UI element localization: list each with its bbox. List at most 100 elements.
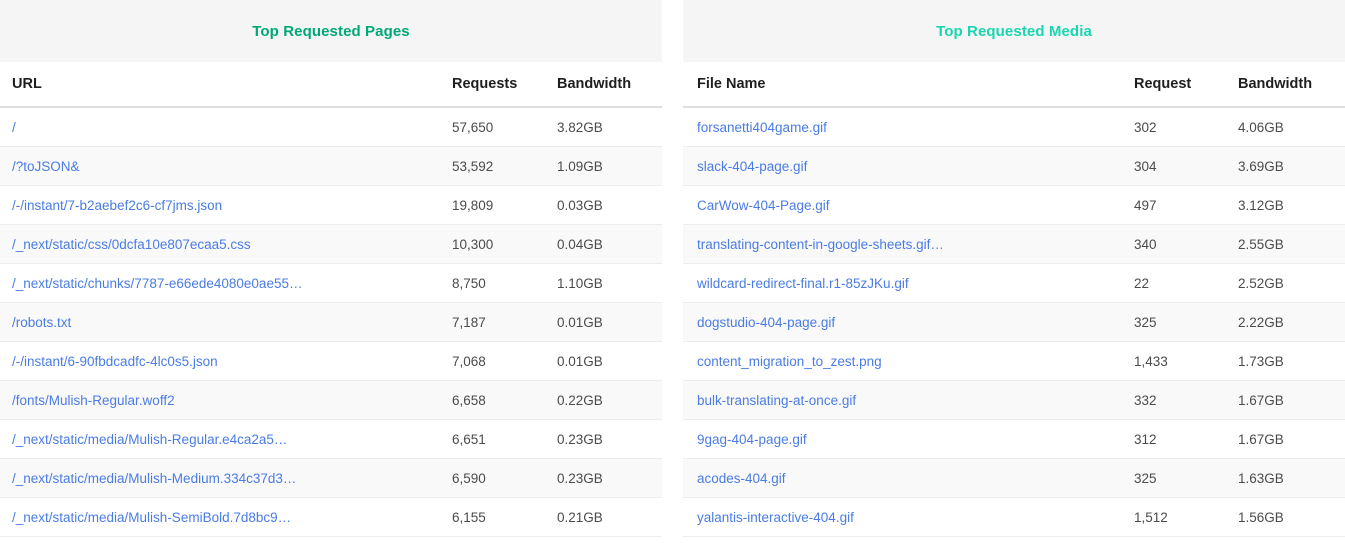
bandwidth-cell: 3.82GB [557, 107, 662, 147]
url-link[interactable]: /-/instant/7-b2aebef2c6-cf7jms.json [12, 198, 452, 213]
column-header-request[interactable]: Request [1134, 62, 1238, 108]
requests-cell: 6,590 [452, 458, 557, 498]
url-cell: /fonts/Mulish-Regular.woff2 [0, 380, 452, 420]
requests-cell: 325 [1134, 458, 1238, 498]
file-name-cell: 9gag-404-page.gif [683, 419, 1134, 459]
file-name-link[interactable]: forsanetti404game.gif [697, 120, 1134, 135]
url-link[interactable]: /?toJSON& [12, 159, 452, 174]
url-link[interactable]: /_next/static/media/Mulish-Medium.334c37… [12, 471, 452, 486]
file-name-cell: slack-404-page.gif [683, 146, 1134, 186]
file-name-cell: CarWow-404-Page.gif [683, 185, 1134, 225]
url-link[interactable]: /fonts/Mulish-Regular.woff2 [12, 393, 452, 408]
file-name-link[interactable]: 9gag-404-page.gif [697, 432, 1134, 447]
file-name-cell: bulk-translating-at-once.gif [683, 380, 1134, 420]
panel-title-media: Top Requested Media [936, 22, 1092, 40]
url-cell: /_next/static/media/Mulish-Medium.334c37… [0, 458, 452, 498]
pages-table: URL Requests Bandwidth /57,650 3.82GB/?to… [0, 62, 662, 537]
requests-cell: 7,068 [452, 341, 557, 381]
bandwidth-cell: 0.04GB [557, 224, 662, 264]
file-name-cell: content_migration_to_zest.png [683, 341, 1134, 381]
bandwidth-cell: 0.03GB [557, 185, 662, 225]
url-link[interactable]: /_next/static/media/Mulish-Regular.e4ca2… [12, 432, 452, 447]
file-name-cell: wildcard-redirect-final.r1-85zJKu.gif [683, 263, 1134, 303]
table-row: acodes-404.gif 325 1.63GB [683, 458, 1345, 498]
analytics-dashboard: Top Requested Pages URL Requests Bandwid… [0, 0, 1345, 544]
column-header-bandwidth[interactable]: Bandwidth [1238, 62, 1345, 108]
table-row: 9gag-404-page.gif 312 1.67GB [683, 419, 1345, 459]
table-row: yalantis-interactive-404.gif 1,512 1.56GB [683, 497, 1345, 537]
requests-cell: 340 [1134, 224, 1238, 264]
bandwidth-cell: 1.56GB [1238, 497, 1345, 537]
url-cell: /_next/static/media/Mulish-SemiBold.7d8b… [0, 497, 452, 537]
file-name-cell: dogstudio-404-page.gif [683, 302, 1134, 342]
table-row: CarWow-404-Page.gif 497 3.12GB [683, 185, 1345, 225]
file-name-link[interactable]: slack-404-page.gif [697, 159, 1134, 174]
url-link[interactable]: /_next/static/css/0dcfa10e807ecaa5.css [12, 237, 452, 252]
file-name-link[interactable]: yalantis-interactive-404.gif [697, 510, 1134, 525]
requests-cell: 19,809 [452, 185, 557, 225]
bandwidth-cell: 1.09GB [557, 146, 662, 186]
media-header-row: File Name Request Bandwidth [683, 62, 1345, 108]
pages-table-head: URL Requests Bandwidth [0, 62, 662, 108]
requests-cell: 57,650 [452, 107, 557, 147]
bandwidth-cell: 3.69GB [1238, 146, 1345, 186]
column-header-url[interactable]: URL [0, 62, 452, 108]
file-name-link[interactable]: CarWow-404-Page.gif [697, 198, 1134, 213]
url-cell: / [0, 107, 452, 147]
requests-cell: 497 [1134, 185, 1238, 225]
table-row: /_next/static/chunks/7787-e66ede4080e0ae… [0, 263, 662, 303]
url-link[interactable]: /_next/static/media/Mulish-SemiBold.7d8b… [12, 510, 452, 525]
url-link[interactable]: /robots.txt [12, 315, 452, 330]
table-row: slack-404-page.gif 304 3.69GB [683, 146, 1345, 186]
table-row: /57,650 3.82GB [0, 107, 662, 147]
panel-title-pages: Top Requested Pages [252, 22, 410, 40]
bandwidth-cell: 1.67GB [1238, 419, 1345, 459]
file-name-link[interactable]: wildcard-redirect-final.r1-85zJKu.gif [697, 276, 1134, 291]
table-row: forsanetti404game.gif 302 4.06GB [683, 107, 1345, 147]
requests-cell: 304 [1134, 146, 1238, 186]
bandwidth-cell: 0.01GB [557, 302, 662, 342]
table-row: wildcard-redirect-final.r1-85zJKu.gif 22 2… [683, 263, 1345, 303]
requests-cell: 312 [1134, 419, 1238, 459]
file-name-link[interactable]: translating-content-in-google-sheets.gif… [697, 237, 1134, 252]
table-row: /_next/static/media/Mulish-SemiBold.7d8b… [0, 497, 662, 537]
file-name-link[interactable]: acodes-404.gif [697, 471, 1134, 486]
panel-header-media: Top Requested Media [683, 0, 1345, 62]
bandwidth-cell: 2.52GB [1238, 263, 1345, 303]
url-cell: /-/instant/6-90fbdcadfc-4lc0s5.json [0, 341, 452, 381]
bandwidth-cell: 2.22GB [1238, 302, 1345, 342]
file-name-cell: yalantis-interactive-404.gif [683, 497, 1134, 537]
requests-cell: 7,187 [452, 302, 557, 342]
bandwidth-cell: 0.22GB [557, 380, 662, 420]
requests-cell: 1,512 [1134, 497, 1238, 537]
file-name-link[interactable]: dogstudio-404-page.gif [697, 315, 1134, 330]
column-header-file-name[interactable]: File Name [683, 62, 1134, 108]
bandwidth-cell: 1.10GB [557, 263, 662, 303]
requests-cell: 6,658 [452, 380, 557, 420]
top-requested-pages-panel: Top Requested Pages URL Requests Bandwid… [0, 0, 662, 544]
table-row: /_next/static/css/0dcfa10e807ecaa5.css 10… [0, 224, 662, 264]
bandwidth-cell: 0.23GB [557, 419, 662, 459]
bandwidth-cell: 1.73GB [1238, 341, 1345, 381]
bandwidth-cell: 2.55GB [1238, 224, 1345, 264]
url-link[interactable]: /_next/static/chunks/7787-e66ede4080e0ae… [12, 276, 452, 291]
top-requested-media-panel: Top Requested Media File Name Request Ba… [683, 0, 1345, 544]
requests-cell: 332 [1134, 380, 1238, 420]
column-header-requests[interactable]: Requests [452, 62, 557, 108]
table-row: /?toJSON& 53,592 1.09GB [0, 146, 662, 186]
requests-cell: 22 [1134, 263, 1238, 303]
bandwidth-cell: 0.21GB [557, 497, 662, 537]
bandwidth-cell: 0.01GB [557, 341, 662, 381]
url-cell: /_next/static/css/0dcfa10e807ecaa5.css [0, 224, 452, 264]
bandwidth-cell: 4.06GB [1238, 107, 1345, 147]
url-link[interactable]: /-/instant/6-90fbdcadfc-4lc0s5.json [12, 354, 452, 369]
url-link[interactable]: / [12, 120, 452, 135]
table-row: /-/instant/6-90fbdcadfc-4lc0s5.json 7,068… [0, 341, 662, 381]
file-name-link[interactable]: content_migration_to_zest.png [697, 354, 1134, 369]
table-row: dogstudio-404-page.gif 325 2.22GB [683, 302, 1345, 342]
table-row: /robots.txt 7,187 0.01GB [0, 302, 662, 342]
column-header-bandwidth[interactable]: Bandwidth [557, 62, 662, 108]
file-name-link[interactable]: bulk-translating-at-once.gif [697, 393, 1134, 408]
table-row: translating-content-in-google-sheets.gif… [683, 224, 1345, 264]
url-cell: /?toJSON& [0, 146, 452, 186]
